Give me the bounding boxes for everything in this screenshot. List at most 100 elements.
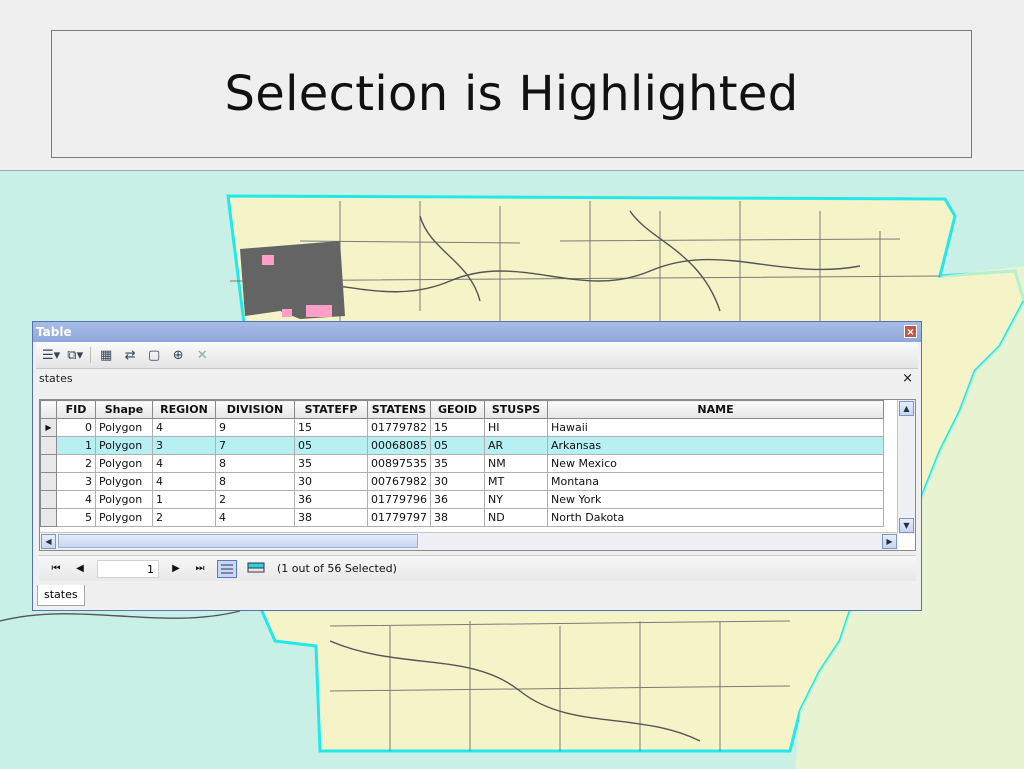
cell: MT (484, 472, 548, 491)
cell: 36 (294, 490, 368, 509)
clear-selection-icon[interactable]: ▢ (145, 346, 163, 364)
column-header[interactable]: FID (56, 400, 96, 419)
cell: 7 (215, 436, 295, 455)
table-row-selected[interactable]: 1 Polygon 3 7 05 00068085 05 AR Arkansas (40, 436, 884, 455)
column-header[interactable]: STATEFP (294, 400, 368, 419)
cell: Polygon (95, 472, 153, 491)
delete-selected-icon[interactable]: ✕ (193, 346, 211, 364)
row-selector[interactable] (40, 454, 57, 473)
cell: 38 (294, 508, 368, 527)
cell: 4 (215, 508, 295, 527)
cell: New Mexico (547, 454, 884, 473)
record-number-input[interactable]: 1 (97, 559, 159, 578)
column-header[interactable]: GEOID (430, 400, 485, 419)
attribute-table: FID Shape REGION DIVISION STATEFP STATEN… (40, 400, 884, 527)
cell: 05 (294, 436, 368, 455)
column-header[interactable]: DIVISION (215, 400, 295, 419)
cell: 15 (430, 418, 485, 437)
scroll-right-icon[interactable]: ▶ (882, 534, 897, 549)
cell: 35 (430, 454, 485, 473)
cell: 01779782 (367, 418, 431, 437)
attribute-grid[interactable]: FID Shape REGION DIVISION STATEFP STATEN… (39, 399, 916, 551)
horizontal-scrollbar[interactable]: ◀ ▶ (40, 532, 898, 550)
scroll-up-icon[interactable]: ▲ (899, 401, 914, 416)
row-selector-header (40, 400, 57, 419)
column-header[interactable]: STUSPS (484, 400, 548, 419)
cell: 2 (215, 490, 295, 509)
slide-title: Selection is Highlighted (224, 66, 799, 122)
cell: HI (484, 418, 548, 437)
cell: 00068085 (367, 436, 431, 455)
cell: 30 (430, 472, 485, 491)
cell: Polygon (95, 454, 153, 473)
cell: AR (484, 436, 548, 455)
table-options-icon[interactable]: ☰▾ (42, 346, 60, 364)
table-row[interactable]: ▶ 0 Polygon 4 9 15 01779782 15 HI Hawaii (40, 418, 884, 437)
scroll-left-icon[interactable]: ◀ (41, 534, 56, 549)
cell: 36 (430, 490, 485, 509)
show-selected-records-icon[interactable] (247, 560, 267, 578)
previous-record-icon[interactable]: ◀ (73, 563, 87, 574)
table-row[interactable]: 5 Polygon 2 4 38 01779797 38 ND North Da… (40, 508, 884, 527)
cell: NM (484, 454, 548, 473)
cell: NY (484, 490, 548, 509)
next-record-icon[interactable]: ▶ (169, 563, 183, 574)
current-row-indicator-icon[interactable]: ▶ (40, 418, 57, 437)
cell: Polygon (95, 418, 153, 437)
select-by-attributes-icon[interactable]: ▦ (97, 346, 115, 364)
table-row[interactable]: 4 Polygon 1 2 36 01779796 36 NY New York (40, 490, 884, 509)
cell: 1 (56, 436, 96, 455)
column-header[interactable]: STATENS (367, 400, 431, 419)
column-header[interactable]: Shape (95, 400, 153, 419)
table-tab-states[interactable]: states (37, 585, 85, 606)
cell: 00897535 (367, 454, 431, 473)
table-row[interactable]: 3 Polygon 4 8 30 00767982 30 MT Montana (40, 472, 884, 491)
cell: 4 (152, 472, 216, 491)
cell: 01779797 (367, 508, 431, 527)
related-tables-icon[interactable]: ⧉▾ (66, 346, 84, 364)
cell: 2 (56, 454, 96, 473)
cell: 9 (215, 418, 295, 437)
cell: ND (484, 508, 548, 527)
horizontal-scroll-thumb[interactable] (58, 534, 418, 548)
cell: 3 (56, 472, 96, 491)
row-selector[interactable] (40, 508, 57, 527)
column-header[interactable]: REGION (152, 400, 216, 419)
cell: 5 (56, 508, 96, 527)
table-row[interactable]: 2 Polygon 4 8 35 00897535 35 NM New Mexi… (40, 454, 884, 473)
table-toolbar: ☰▾ ⧉▾ ▦ ⇄ ▢ ⊕ ✕ (36, 342, 918, 369)
cell: 4 (152, 454, 216, 473)
first-record-icon[interactable]: ⏮ (49, 563, 63, 574)
zoom-to-selected-icon[interactable]: ⊕ (169, 346, 187, 364)
row-selector[interactable] (40, 490, 57, 509)
cell: 01779796 (367, 490, 431, 509)
row-selector[interactable] (40, 472, 57, 491)
cell: 35 (294, 454, 368, 473)
cell: 3 (152, 436, 216, 455)
table-window-titlebar[interactable]: Table × (33, 322, 921, 342)
row-selector[interactable] (40, 436, 57, 455)
cell: 30 (294, 472, 368, 491)
cell: 4 (152, 418, 216, 437)
close-table-icon[interactable]: × (902, 369, 913, 389)
cell: 4 (56, 490, 96, 509)
show-all-records-icon[interactable] (217, 559, 237, 578)
close-icon[interactable]: × (904, 325, 917, 338)
cell: Arkansas (547, 436, 884, 455)
cell: North Dakota (547, 508, 884, 527)
table-header-row: FID Shape REGION DIVISION STATEFP STATEN… (40, 400, 884, 419)
vertical-scrollbar[interactable]: ▲ ▼ (897, 400, 915, 534)
cell: Montana (547, 472, 884, 491)
slide-title-box: Selection is Highlighted (51, 30, 972, 158)
column-header[interactable]: NAME (547, 400, 884, 419)
last-record-icon[interactable]: ⏭ (193, 563, 207, 574)
table-name-label: states (39, 372, 73, 385)
cell: 8 (215, 472, 295, 491)
cell: 1 (152, 490, 216, 509)
switch-selection-icon[interactable]: ⇄ (121, 346, 139, 364)
cell: 38 (430, 508, 485, 527)
scroll-down-icon[interactable]: ▼ (899, 518, 914, 533)
attribute-table-window[interactable]: Table × ☰▾ ⧉▾ ▦ ⇄ ▢ ⊕ ✕ states × FID Sha… (32, 321, 922, 611)
cell: 0 (56, 418, 96, 437)
cell: Polygon (95, 508, 153, 527)
